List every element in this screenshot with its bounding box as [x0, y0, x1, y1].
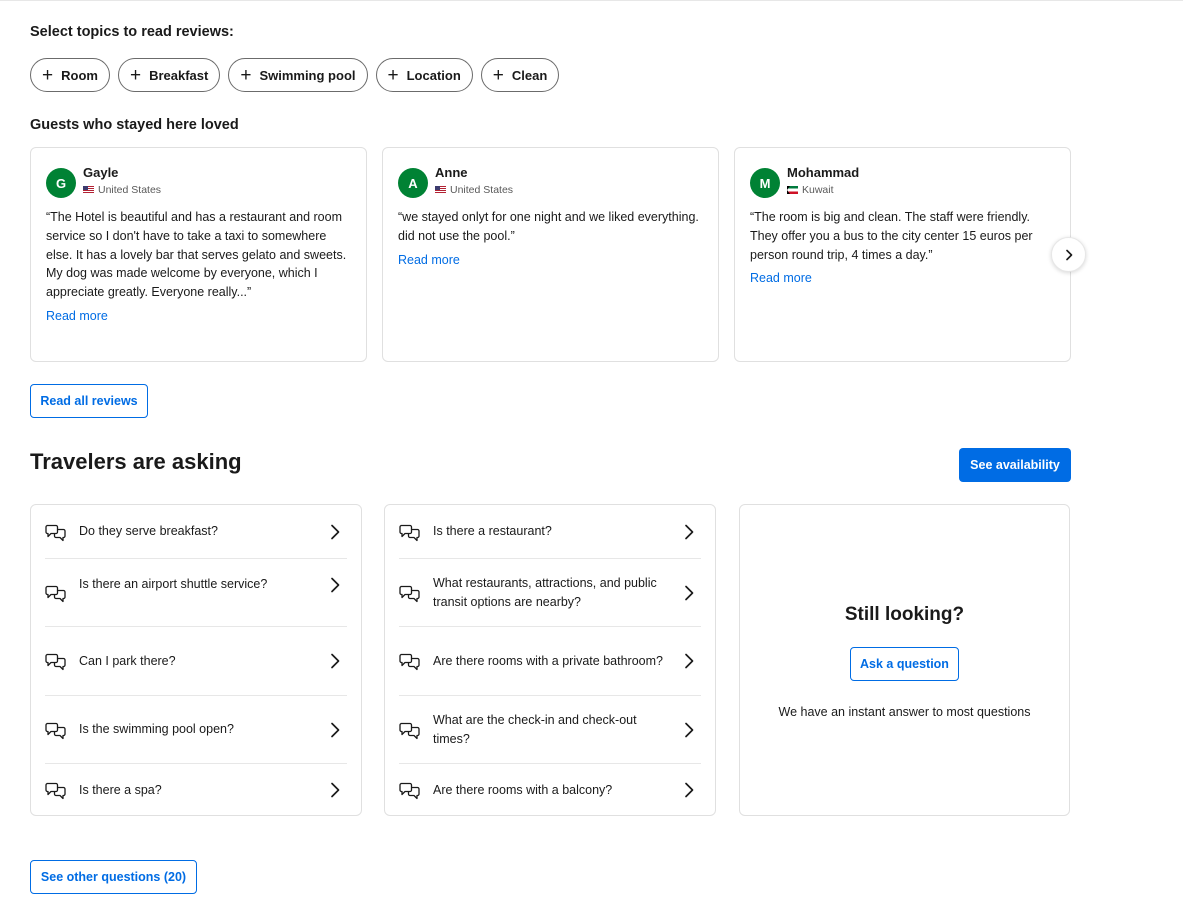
chip-label: Clean	[511, 67, 548, 83]
questions-card-left: Do they serve breakfast? Is there an air…	[30, 504, 362, 816]
chip-label: Swimming pool	[259, 67, 356, 83]
question-text: Is there an airport shuttle service?	[79, 577, 268, 591]
read-more-link[interactable]: Read more	[398, 253, 460, 267]
question-row[interactable]: What restaurants, attractions, and publi…	[399, 559, 701, 627]
asking-heading: Travelers are asking	[30, 449, 242, 474]
chevron-right-icon	[685, 585, 694, 600]
chat-bubbles-icon	[399, 524, 420, 541]
country-label: Kuwait	[802, 184, 834, 196]
carousel-next-button[interactable]	[1051, 237, 1086, 272]
read-more-link[interactable]: Read more	[750, 271, 812, 285]
us-flag-icon	[83, 186, 94, 194]
avatar: A	[398, 168, 428, 198]
country-label: United States	[98, 184, 162, 196]
see-availability-button[interactable]: See availability	[959, 448, 1071, 482]
reviewer-country: United States	[83, 184, 161, 196]
question-row[interactable]: Is there an airport shuttle service?	[45, 559, 347, 627]
topics-heading: Select topics to read reviews:	[30, 24, 234, 40]
reviewer-name: Gayle	[83, 165, 119, 180]
chevron-right-icon	[685, 782, 694, 798]
avatar: G	[46, 168, 76, 198]
review-header: A Anne United States	[398, 148, 703, 208]
review-header: G Gayle United States	[46, 148, 351, 208]
chevron-right-icon	[685, 524, 694, 539]
kuwait-flag-icon	[787, 186, 798, 194]
avatar: M	[750, 168, 780, 198]
chevron-right-icon	[331, 653, 340, 669]
chat-bubbles-icon	[45, 722, 66, 739]
reviewer-name: Mohammad	[787, 165, 860, 180]
ask-question-button[interactable]: Ask a question	[850, 647, 959, 681]
question-row[interactable]: Do they serve breakfast?	[45, 505, 347, 559]
plus-icon: +	[240, 64, 252, 86]
chat-bubbles-icon	[45, 653, 66, 671]
question-text: What restaurants, attractions, and publi…	[433, 576, 657, 609]
question-row[interactable]: What are the check-in and check-out time…	[399, 696, 701, 764]
question-text: Can I park there?	[79, 653, 176, 668]
question-text: Is there a restaurant?	[433, 524, 552, 539]
chevron-right-icon	[331, 577, 340, 593]
topic-chip-swimming-pool[interactable]: + Swimming pool	[228, 58, 368, 92]
chevron-right-icon	[685, 653, 694, 669]
still-looking-card: Still looking? Ask a question We have an…	[739, 504, 1070, 816]
topic-chip-location[interactable]: + Location	[375, 58, 473, 92]
question-text: Is the swimming pool open?	[79, 722, 234, 737]
top-divider	[0, 0, 1183, 1]
chat-bubbles-icon	[45, 524, 66, 541]
topic-chip-breakfast[interactable]: + Breakfast	[117, 58, 221, 92]
chat-bubbles-icon	[45, 585, 66, 602]
chat-bubbles-icon	[45, 782, 66, 800]
still-looking-subtitle: We have an instant answer to most questi…	[778, 705, 1031, 719]
question-text: What are the check-in and check-out time…	[433, 713, 637, 746]
chat-bubbles-icon	[399, 722, 420, 739]
review-text: “we stayed onlyt for one night and we li…	[398, 210, 699, 243]
question-row[interactable]: Are there rooms with a balcony?	[399, 764, 701, 816]
questions-card-right: Is there a restaurant? What restaurants,…	[384, 504, 716, 816]
chevron-right-icon	[331, 722, 340, 737]
topic-chip-clean[interactable]: + Clean	[480, 58, 560, 92]
chevron-right-icon	[685, 722, 694, 737]
chip-label: Location	[406, 67, 461, 83]
us-flag-icon	[435, 186, 446, 194]
review-card: A Anne United States “we stayed onlyt fo…	[382, 147, 719, 362]
review-card: M Mohammad Kuwait “The room is big and c…	[734, 147, 1071, 362]
chevron-right-icon	[331, 524, 340, 539]
question-text: Is there a spa?	[79, 782, 162, 797]
still-looking-title: Still looking?	[844, 604, 965, 625]
read-all-reviews-button[interactable]: Read all reviews	[30, 384, 148, 418]
question-row[interactable]: Are there rooms with a private bathroom?	[399, 627, 701, 696]
plus-icon: +	[42, 64, 54, 86]
question-text: Do they serve breakfast?	[79, 524, 218, 539]
topic-chip-room[interactable]: + Room	[30, 58, 110, 92]
reviewer-name: Anne	[435, 165, 468, 180]
chip-label: Room	[61, 67, 98, 83]
topic-chips: + Room + Breakfast + Swimming pool + Locatio…	[30, 58, 560, 92]
review-card: G Gayle United States “The Hotel is beau…	[30, 147, 367, 362]
reviewer-country: Kuwait	[787, 184, 834, 196]
read-more-link[interactable]: Read more	[46, 309, 108, 323]
country-label: United States	[450, 184, 514, 196]
chat-bubbles-icon	[399, 782, 420, 800]
see-other-questions-button[interactable]: See other questions (20)	[30, 860, 197, 894]
question-row[interactable]: Is there a restaurant?	[399, 505, 701, 559]
chevron-right-icon	[1065, 249, 1072, 260]
question-row[interactable]: Is there a spa?	[45, 764, 347, 816]
question-text: Are there rooms with a private bathroom?	[433, 653, 663, 668]
plus-icon: +	[492, 64, 504, 86]
chat-bubbles-icon	[399, 653, 420, 671]
chevron-right-icon	[331, 782, 340, 798]
reviews-heading: Guests who stayed here loved	[30, 117, 239, 133]
question-row[interactable]: Can I park there?	[45, 627, 347, 696]
chat-bubbles-icon	[399, 585, 420, 602]
question-row[interactable]: Is the swimming pool open?	[45, 696, 347, 764]
question-text: Are there rooms with a balcony?	[433, 782, 613, 797]
chip-label: Breakfast	[149, 67, 209, 83]
review-text: “The room is big and clean. The staff we…	[750, 210, 1033, 262]
reviewer-country: United States	[435, 184, 513, 196]
review-text: “The Hotel is beautiful and has a restau…	[46, 210, 347, 300]
review-header: M Mohammad Kuwait	[750, 148, 1055, 208]
plus-icon: +	[129, 64, 142, 86]
plus-icon: +	[387, 64, 399, 86]
